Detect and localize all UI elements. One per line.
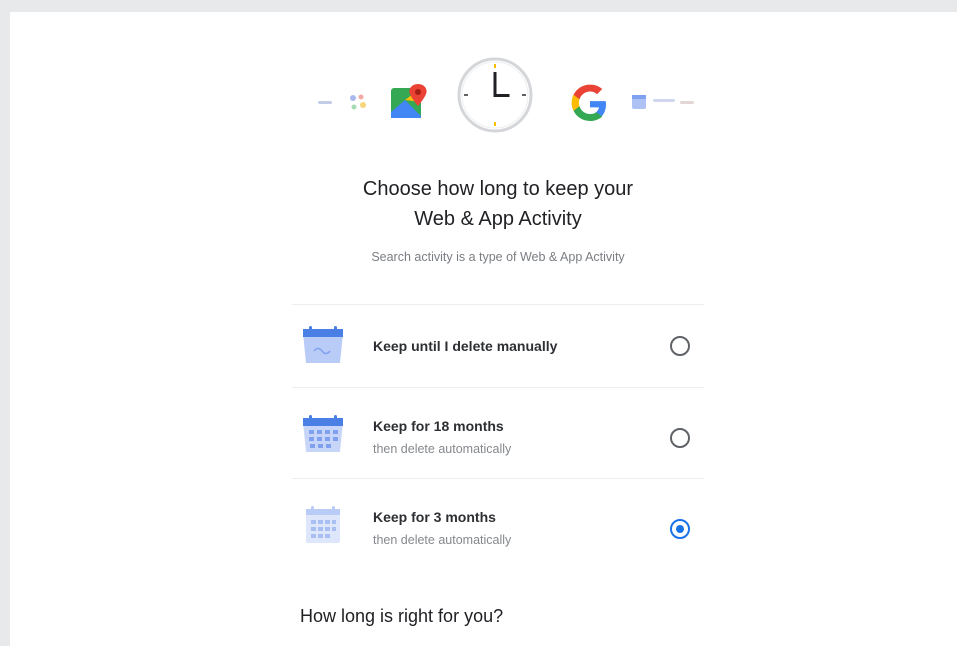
google-maps-icon: [391, 84, 427, 118]
option-sublabel: then delete automatically: [373, 442, 512, 456]
option-label: Keep for 18 months: [373, 418, 504, 434]
option-keep-until-delete[interactable]: Keep until I delete manually: [288, 305, 708, 385]
page-title: Choose how long to keep your Web & App A…: [288, 174, 708, 234]
radio-keep-3-months[interactable]: [670, 519, 690, 539]
title-line-2: Web & App Activity: [414, 208, 582, 230]
faded-dash-icon: [653, 99, 675, 102]
option-sublabel: then delete automatically: [373, 533, 512, 547]
radio-keep-18-months[interactable]: [670, 428, 690, 448]
calendar-3-icon: [306, 506, 340, 543]
option-label: Keep until I delete manually: [373, 338, 558, 354]
google-g-icon: [571, 84, 606, 121]
calendar-infinite-icon: [303, 326, 343, 363]
option-keep-18-months[interactable]: Keep for 18 months then delete automatic…: [288, 388, 708, 468]
faded-dash-icon: [318, 101, 332, 104]
dialog-card: Choose how long to keep your Web & App A…: [10, 12, 957, 646]
title-line-1: Choose how long to keep your: [362, 178, 634, 200]
product-icon-strip: [288, 12, 708, 142]
activity-controls-content: Choose how long to keep your Web & App A…: [288, 12, 708, 646]
calendar-18-icon: [303, 415, 343, 452]
clock-icon: [457, 57, 533, 133]
option-label: Keep for 3 months: [373, 509, 496, 525]
radio-keep-until-delete[interactable]: [670, 336, 690, 356]
page-subtitle: Search activity is a type of Web & App A…: [371, 250, 625, 264]
faded-dash-icon: [680, 101, 694, 104]
faded-assistant-icon: [350, 94, 366, 110]
option-keep-3-months[interactable]: Keep for 3 months then delete automatica…: [288, 479, 708, 559]
section-heading-how-long: How long is right for you?: [300, 606, 504, 626]
faded-calendar-icon: [632, 95, 646, 109]
